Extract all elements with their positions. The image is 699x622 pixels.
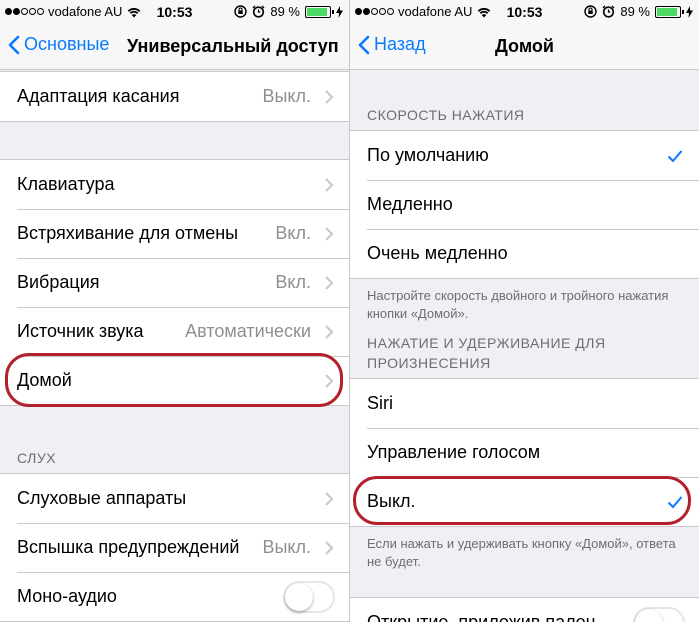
row-label: Клавиатура xyxy=(17,174,115,194)
row-keyboard[interactable]: Клавиатура xyxy=(0,160,349,209)
alarm-icon xyxy=(252,5,265,18)
row-label: Встряхивание для отмены xyxy=(17,223,239,243)
checkmark-icon xyxy=(667,149,683,162)
battery-icon xyxy=(305,5,334,18)
chevron-right-icon xyxy=(325,373,334,388)
row-label: Моно-аудио xyxy=(17,586,117,606)
back-button-label: Основные xyxy=(24,34,110,54)
battery-percentage: 89 % xyxy=(270,4,300,19)
row-value: Автоматически xyxy=(185,321,311,341)
option-voice-control[interactable]: Управление голосом xyxy=(350,428,699,477)
back-button[interactable]: Основные xyxy=(8,34,109,55)
row-touch-accommodations[interactable]: Адаптация касания Выкл. xyxy=(0,72,349,121)
chevron-right-icon xyxy=(325,89,334,104)
page-title: Домой xyxy=(495,36,554,56)
row-label: По умолчанию xyxy=(367,145,489,165)
chevron-right-icon xyxy=(325,491,334,506)
row-label: Источник звука xyxy=(17,321,144,341)
press-and-hold-group: Siri Управление голосом Выкл. xyxy=(350,378,699,527)
charging-icon xyxy=(336,5,343,18)
hearing-group: Слуховые аппараты Вспышка предупреждений… xyxy=(0,473,349,622)
home-button-screen: vodafone AU 10:53 89 % Назад Домой СКОРО… xyxy=(350,0,699,622)
checkmark-icon xyxy=(667,495,683,508)
row-led-flash[interactable]: Вспышка предупреждений Выкл. xyxy=(0,523,349,572)
touch-id-group: Открытие, приложив палец xyxy=(350,597,699,622)
chevron-right-icon xyxy=(325,177,334,192)
chevron-right-icon xyxy=(325,226,334,241)
navigation-bar: Основные Универсальный доступ xyxy=(0,22,349,70)
chevron-left-icon xyxy=(8,35,20,54)
row-vibration[interactable]: Вибрация Вкл. xyxy=(0,258,349,307)
section-header-click-speed: СКОРОСТЬ НАЖАТИЯ xyxy=(367,107,525,123)
row-value: Выкл. xyxy=(262,86,311,106)
row-audio-routing[interactable]: Источник звука Автоматически xyxy=(0,307,349,356)
row-rest-finger-to-open: Открытие, приложив палец xyxy=(350,598,699,622)
row-label: Открытие, приложив палец xyxy=(367,612,596,622)
row-label: Домой xyxy=(17,370,72,390)
row-value: Вкл. xyxy=(275,223,311,243)
option-siri[interactable]: Siri xyxy=(350,379,699,428)
row-shake-to-undo[interactable]: Встряхивание для отмены Вкл. xyxy=(0,209,349,258)
row-label: Адаптация касания xyxy=(17,86,180,106)
chevron-right-icon xyxy=(325,275,334,290)
charging-icon xyxy=(686,5,693,18)
touch-group: Адаптация касания Выкл. xyxy=(0,71,349,122)
row-label: Управление голосом xyxy=(367,442,541,462)
row-hearing-devices[interactable]: Слуховые аппараты xyxy=(0,474,349,523)
battery-percentage: 89 % xyxy=(620,4,650,19)
row-label: Слуховые аппараты xyxy=(17,488,187,508)
row-mono-audio: Моно-аудио xyxy=(0,572,349,621)
row-value: Выкл. xyxy=(262,537,311,557)
chevron-right-icon xyxy=(325,540,334,555)
battery-icon xyxy=(655,5,684,18)
accessibility-screen: vodafone AU 10:53 89 % Основные Универса… xyxy=(0,0,349,622)
click-speed-group: По умолчанию Медленно Очень медленно xyxy=(350,130,699,279)
rest-finger-toggle[interactable] xyxy=(633,606,685,622)
row-label: Вибрация xyxy=(17,272,100,292)
navigation-bar: Назад Домой xyxy=(350,22,699,70)
option-off[interactable]: Выкл. xyxy=(350,477,699,526)
alarm-icon xyxy=(602,5,615,18)
rotation-lock-icon xyxy=(584,5,598,18)
option-default-speed[interactable]: По умолчанию xyxy=(350,131,699,180)
row-label: Вспышка предупреждений xyxy=(17,537,240,557)
row-home-button[interactable]: Домой xyxy=(0,356,349,405)
row-label: Медленно xyxy=(367,194,453,214)
rotation-lock-icon xyxy=(234,5,248,18)
status-bar: vodafone AU 10:53 89 % xyxy=(0,0,349,22)
section-header-press-and-hold: НАЖАТИЕ И УДЕРЖИВАНИЕ ДЛЯ ПРОИЗНЕСЕНИЯ xyxy=(367,335,606,371)
option-slow-speed[interactable]: Медленно xyxy=(350,180,699,229)
mono-audio-toggle[interactable] xyxy=(283,580,335,613)
click-speed-footer: Настройте скорость двойного и тройного н… xyxy=(367,288,669,321)
status-bar: vodafone AU 10:53 89 % xyxy=(350,0,699,22)
page-title: Универсальный доступ xyxy=(127,36,339,56)
chevron-right-icon xyxy=(325,324,334,339)
row-label: Siri xyxy=(367,393,393,413)
option-slowest-speed[interactable]: Очень медленно xyxy=(350,229,699,278)
interaction-group: Клавиатура Встряхивание для отмены Вкл. … xyxy=(0,159,349,406)
row-label: Очень медленно xyxy=(367,243,508,263)
row-value: Вкл. xyxy=(275,272,311,292)
row-label: Выкл. xyxy=(367,491,416,511)
press-and-hold-footer: Если нажать и удерживать кнопку «Домой»,… xyxy=(367,536,676,569)
section-header-hearing: СЛУХ xyxy=(17,450,57,466)
